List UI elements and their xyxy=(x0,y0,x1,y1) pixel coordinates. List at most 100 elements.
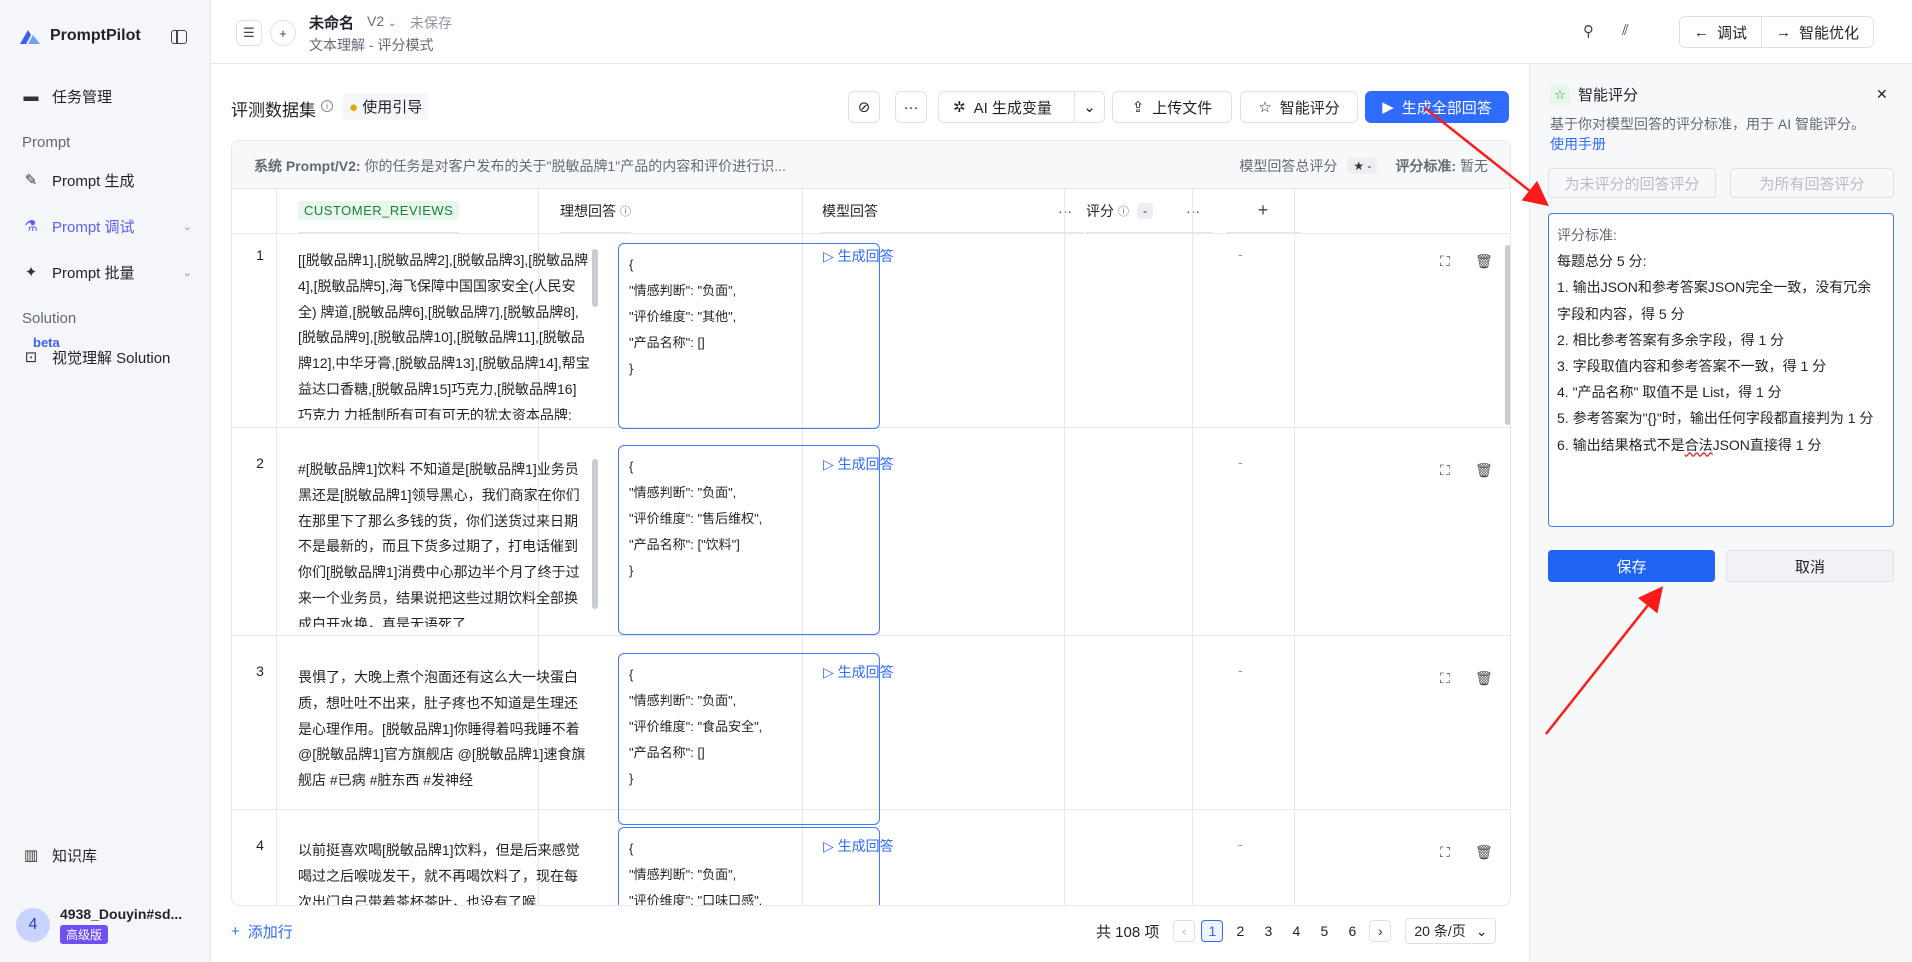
page-6[interactable]: 6 xyxy=(1341,920,1363,942)
manual-link[interactable]: 使用手册 xyxy=(1550,136,1606,152)
chevron-down-icon: ⌄ xyxy=(182,266,192,279)
page-3[interactable]: 3 xyxy=(1257,920,1279,942)
chevron-down-icon: ⌄ xyxy=(388,18,397,29)
debug-button[interactable]: ← 调试 xyxy=(1680,17,1761,47)
cancel-button[interactable]: 取消 xyxy=(1726,550,1894,582)
trash-icon[interactable]: 🗑 xyxy=(1475,253,1493,270)
add-icon[interactable]: + xyxy=(270,20,296,46)
generate-all-button[interactable]: ▶ 生成全部回答 xyxy=(1365,91,1509,123)
json-line: "产品名称": [] xyxy=(629,335,705,350)
arrow-left-icon: ← xyxy=(1694,23,1709,41)
menu-icon[interactable]: ☰ xyxy=(236,20,262,46)
sidebar-item-prompt-generate[interactable]: ✎ Prompt 生成 xyxy=(22,168,192,192)
criteria-textarea[interactable]: 评分标准: 每题总分 5 分: 1. 输出JSON和参考答案JSON完全一致，没… xyxy=(1548,213,1894,527)
more-icon[interactable]: ··· xyxy=(895,91,927,123)
play-outline-icon: ▷ xyxy=(823,664,834,680)
next-page-icon[interactable]: › xyxy=(1369,920,1392,942)
add-row-label: 添加行 xyxy=(247,924,293,941)
info-icon[interactable]: i xyxy=(321,100,333,112)
sparkle-icon: ✲ xyxy=(953,99,966,116)
generate-answer-link[interactable]: ▷ 生成回答 xyxy=(823,246,894,266)
sidebar-item-visual-solution[interactable]: ⊡ 视觉理解 Solution xyxy=(22,345,192,369)
json-line: "评价维度": "其他", xyxy=(629,309,737,324)
sidebar-item-prompt-batch[interactable]: ✦ Prompt 批量 ⌄ xyxy=(22,260,192,284)
prev-page-icon[interactable]: ‹ xyxy=(1173,920,1196,942)
json-line: "情感判断": "负面", xyxy=(629,693,737,708)
trash-icon[interactable]: 🗑 xyxy=(1475,462,1493,479)
page-4[interactable]: 4 xyxy=(1285,920,1307,942)
brand-name: PromptPilot xyxy=(50,27,141,44)
save-button[interactable]: 保存 xyxy=(1548,550,1715,582)
upload-file-button[interactable]: ⇪ 上传文件 xyxy=(1112,91,1232,123)
more-icon[interactable]: ··· xyxy=(1186,203,1200,219)
ideal-answer-cell[interactable]: { "情感判断": "负面", "评价维度": "其他", "产品名称": []… xyxy=(618,243,880,429)
generate-answer-link[interactable]: ▷ 生成回答 xyxy=(823,836,894,856)
optimize-button[interactable]: → 智能优化 xyxy=(1761,17,1873,47)
close-icon[interactable]: ✕ xyxy=(1876,86,1888,103)
score-all-button[interactable]: 为所有回答评分 xyxy=(1730,168,1894,198)
expand-icon[interactable]: ⛶ xyxy=(1440,670,1450,687)
magic-wand-icon: ✎ xyxy=(24,172,38,189)
sidebar-collapse-icon[interactable] xyxy=(171,30,187,44)
guide-button[interactable]: ● 使用引导 xyxy=(343,93,429,120)
lightbulb-icon[interactable]: ⚲ xyxy=(1583,22,1594,40)
ruler-icon[interactable]: ⫽ xyxy=(1622,22,1629,39)
ai-var-dropdown[interactable]: ⌄ xyxy=(1074,91,1105,123)
smart-score-button[interactable]: ☆ 智能评分 xyxy=(1240,91,1358,123)
page-size-select[interactable]: 20 条/页 ⌄ xyxy=(1405,918,1497,944)
avatar: 4 xyxy=(16,908,50,942)
section-prompt: Prompt xyxy=(22,134,71,151)
table-scrollbar[interactable] xyxy=(1505,245,1510,425)
chevron-down-icon: ⌄ xyxy=(182,220,192,233)
system-prompt-preview: 你的任务是对客户发布的关于"脱敏品牌1"产品的内容和评价进行识... xyxy=(364,158,786,174)
criteria-line: 3. 字段取值内容和参考答案不一致，得 1 分 xyxy=(1557,358,1827,375)
generate-answer-link[interactable]: ▷ 生成回答 xyxy=(823,454,894,474)
help-icon[interactable]: ⓘ xyxy=(620,203,631,219)
sidebar-item-label: Prompt 批量 xyxy=(52,264,135,282)
page-2[interactable]: 2 xyxy=(1229,920,1251,942)
score-value: - xyxy=(1238,246,1243,262)
score-unscored-button[interactable]: 为未评分的回答评分 xyxy=(1548,168,1716,198)
criteria-line: 5. 参考答案为"{}"时，输出任何字段都直接判为 1 分 xyxy=(1557,410,1874,427)
cell-scrollbar[interactable] xyxy=(592,459,598,609)
expand-icon[interactable]: ⛶ xyxy=(1440,462,1450,479)
sidebar-item-label: Prompt 调试 xyxy=(52,218,135,236)
user-card[interactable]: 4 4938_Douyin#sd... 高级版 xyxy=(16,906,182,944)
row-number: 1 xyxy=(256,247,264,263)
score-chip[interactable]: - xyxy=(1137,202,1153,219)
expand-icon[interactable]: ⛶ xyxy=(1440,844,1450,861)
ai-generate-vars-button[interactable]: ✲ AI 生成变量 xyxy=(938,91,1075,123)
panel-title: 智能评分 xyxy=(1578,87,1639,104)
cell-scrollbar[interactable] xyxy=(592,249,598,307)
sidebar-item-prompt-debug[interactable]: ⚗ Prompt 调试 ⌄ xyxy=(22,214,192,238)
trash-icon[interactable]: 🗑 xyxy=(1475,844,1493,861)
brand[interactable]: PromptPilot xyxy=(18,26,141,46)
trash-icon[interactable]: 🗑 xyxy=(1475,670,1493,687)
doc-title[interactable]: 未命名 xyxy=(309,12,354,33)
review-cell[interactable]: [[脱敏品牌1],[脱敏品牌2],[脱敏品牌3],[脱敏品牌4],[脱敏品牌5]… xyxy=(298,248,590,420)
page-5[interactable]: 5 xyxy=(1313,920,1335,942)
more-icon[interactable]: ··· xyxy=(1058,203,1072,219)
total-score-label: 模型回答总评分 xyxy=(1239,158,1338,174)
row-number: 3 xyxy=(256,663,264,679)
mode-segment: ← 调试 → 智能优化 xyxy=(1679,16,1875,48)
sidebar-item-tasks[interactable]: ▬ 任务管理 xyxy=(22,84,192,108)
hide-icon[interactable]: ⊘ xyxy=(848,91,880,123)
review-cell[interactable]: 畏惧了，大晚上煮个泡面还有这么大一块蛋白质，想吐吐不出来，肚子疼也不知道是生理还… xyxy=(298,665,590,805)
help-icon[interactable]: ⓘ xyxy=(1118,203,1129,219)
column-header-score: 评分 ⓘ - ··· xyxy=(1086,189,1212,233)
add-column-icon[interactable]: + xyxy=(1226,189,1300,233)
system-prompt-text[interactable]: 系统 Prompt/V2: 你的任务是对客户发布的关于"脱敏品牌1"产品的内容和… xyxy=(254,156,786,176)
review-cell[interactable]: #[脱敏品牌1]饮料 不知道是[脱敏品牌1]业务员黑还是[脱敏品牌1]领导黑心，… xyxy=(298,457,590,627)
page-1[interactable]: 1 xyxy=(1201,920,1224,942)
version-select[interactable]: V2 ⌄ xyxy=(367,13,396,29)
sidebar-item-knowledge[interactable]: ▥ 知识库 xyxy=(22,843,192,867)
review-cell[interactable]: 以前挺喜欢喝[脱敏品牌1]饮料，但是后来感觉喝过之后喉咙发干，就不再喝饮料了，现… xyxy=(298,838,590,905)
star-chip[interactable]: ★ - xyxy=(1347,158,1378,174)
main-area: 评测数据集 i ● 使用引导 ⊘ ··· ✲ AI 生成变量 ⌄ ⇪ 上传文件 … xyxy=(211,64,1529,962)
add-row-button[interactable]: + 添加行 xyxy=(231,921,293,942)
generate-answer-link[interactable]: ▷ 生成回答 xyxy=(823,662,894,682)
expand-icon[interactable]: ⛶ xyxy=(1440,253,1450,270)
json-line: "评价维度": "口味口感", xyxy=(629,893,763,906)
row-number: 4 xyxy=(256,837,264,853)
